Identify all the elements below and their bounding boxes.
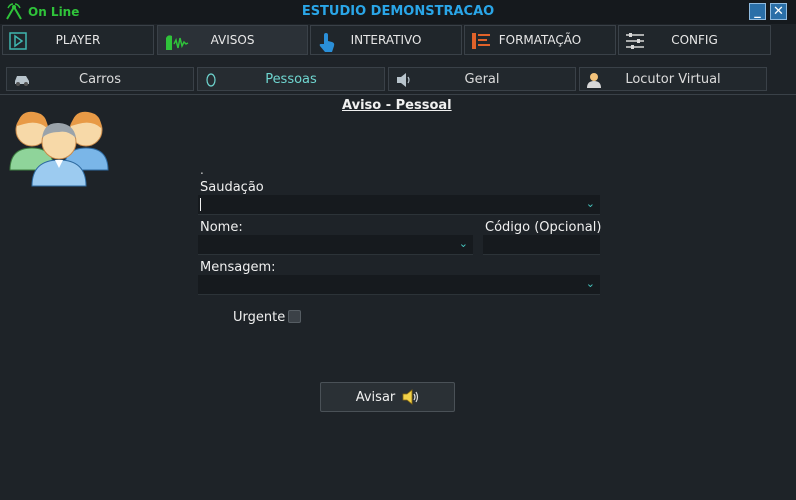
nome-combo[interactable]: ⌄: [198, 235, 473, 255]
subtab-locutor-virtual[interactable]: Locutor Virtual: [579, 67, 767, 91]
tab-player[interactable]: PLAYER: [2, 25, 154, 55]
tab-formatacao-label: FORMATAÇÃO: [498, 33, 582, 47]
subtab-pessoas[interactable]: Pessoas: [197, 67, 385, 91]
avisar-button-label: Avisar: [355, 389, 396, 405]
urgente-label: Urgente: [233, 310, 286, 325]
title-bar: On Line ESTUDIO DEMONSTRACAO _ ✕: [0, 0, 796, 24]
minimize-button[interactable]: _: [749, 3, 766, 20]
tab-interativo-label: INTERATIVO: [350, 33, 422, 47]
mensagem-combo[interactable]: ⌄: [198, 275, 600, 295]
subtab-geral[interactable]: Geral: [388, 67, 576, 91]
urgente-checkbox[interactable]: [288, 310, 301, 323]
tab-formatacao[interactable]: FORMATAÇÃO: [464, 25, 616, 55]
tab-avisos-label: AVISOS: [210, 33, 255, 47]
saudacao-combo[interactable]: ⌄: [198, 195, 600, 215]
chevron-down-icon[interactable]: ⌄: [586, 197, 595, 210]
tab-avisos[interactable]: AVISOS: [157, 25, 308, 55]
tab-config[interactable]: CONFIG: [618, 25, 771, 55]
close-icon: ✕: [773, 4, 784, 19]
chevron-down-icon[interactable]: ⌄: [586, 277, 595, 290]
saudacao-label: Saudação: [200, 180, 264, 195]
codigo-label: Código (Opcional): [485, 220, 602, 235]
section-title: Aviso - Pessoal: [342, 98, 452, 113]
subtab-pessoas-label: Pessoas: [265, 72, 317, 87]
tab-player-label: PLAYER: [55, 33, 101, 47]
tab-config-label: CONFIG: [671, 33, 718, 47]
app-title: ESTUDIO DEMONSTRACAO: [301, 4, 495, 19]
subtab-carros[interactable]: Carros: [6, 67, 194, 91]
chevron-down-icon[interactable]: ⌄: [459, 237, 468, 250]
mensagem-label: Mensagem:: [200, 260, 276, 275]
text-caret: [200, 198, 201, 211]
subtab-carros-label: Carros: [79, 72, 121, 87]
nome-label: Nome:: [200, 220, 243, 235]
avisar-button[interactable]: Avisar: [320, 382, 455, 412]
dot-marker: .: [200, 163, 204, 177]
subtab-locutor-virtual-label: Locutor Virtual: [625, 72, 721, 87]
people-group-icon: [9, 111, 109, 187]
codigo-input[interactable]: [483, 235, 600, 255]
speaker-icon: [402, 389, 419, 405]
close-button[interactable]: ✕: [770, 3, 787, 20]
tab-interativo[interactable]: INTERATIVO: [310, 25, 462, 55]
subtab-geral-label: Geral: [464, 72, 500, 87]
tabs-divider: [0, 94, 796, 95]
minimize-icon: _: [754, 4, 761, 19]
